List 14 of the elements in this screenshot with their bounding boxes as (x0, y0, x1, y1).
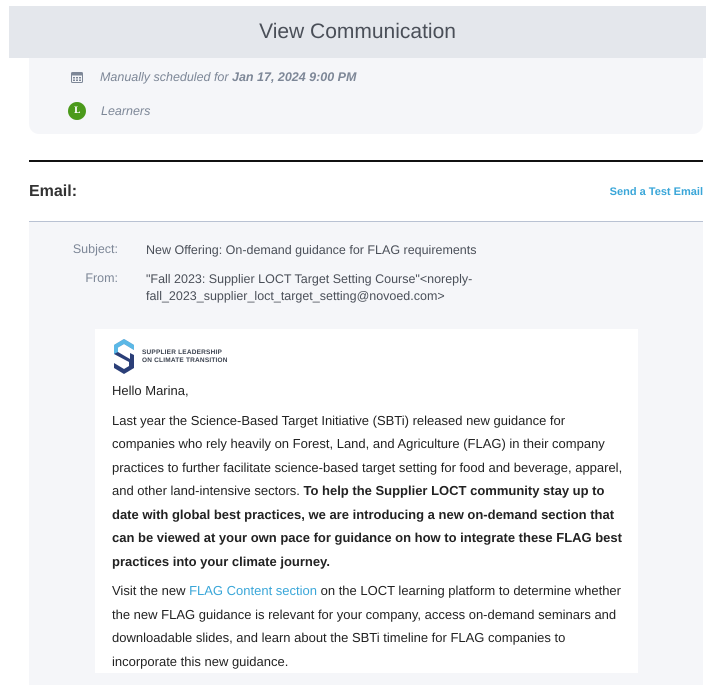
recipient-badge: L (68, 102, 86, 120)
greeting: Hello Marina, (112, 382, 190, 400)
section-heading: Email: (29, 182, 78, 200)
page-title: View Communication (259, 20, 456, 44)
recipients-text: Learners (101, 104, 150, 118)
body-paragraph: Visit the new FLAG Content section on the LOCT learning platform to determine whether the new FLAG guidance is relevant for your company, access on-demand seminars and downloadable slides, and learn about the SBTi timeline for FLAG companies to incorporate this new guidance. (112, 582, 622, 671)
field-label: Subject: (72, 242, 118, 258)
field-label: From: (84, 271, 118, 287)
field-value: New Offering: On-demand guidance for FLAG requirements (146, 242, 478, 259)
test-email-link[interactable]: Send a Test Email (610, 186, 703, 198)
schedule-text: Manually scheduled for Jan 17, 2024 9:00 PM (100, 70, 356, 84)
body-paragraph: Last year the Science-Based Target Initiative (SBTi) released new guidance for companies who rely heavily on Forest, Land, and Agriculture (FLAG) in their company practices to further facilitate science-based target setting for food and beverage, apparel, and other land-intensive sectors. To help the Supplier LOCT community stay up to date with global best practices, we are introducing a new on-demand section that can be viewed at your own pace for guidance on how to integrate these FLAG best practices into your climate journey. (112, 412, 624, 571)
field-value: "Fall 2023: Supplier LOCT Target Setting Course"<noreply-fall_2023_supplier_loct_target_setting@novoed.com> (146, 271, 474, 305)
content-link[interactable]: FLAG Content section (189, 583, 317, 598)
